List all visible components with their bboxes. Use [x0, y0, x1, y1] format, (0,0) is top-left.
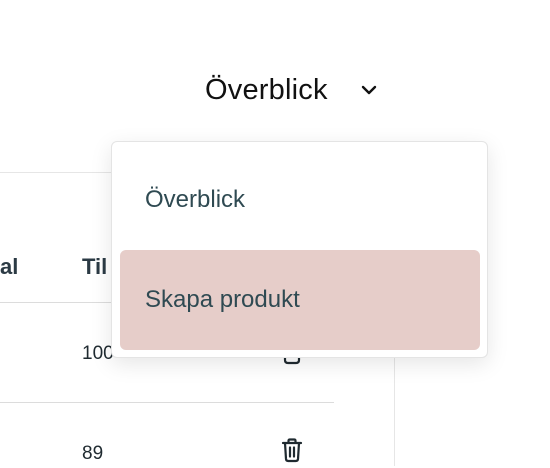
table-cell: 89	[82, 443, 104, 464]
menu-item-overblick[interactable]: Överblick	[120, 150, 480, 250]
chevron-down-icon[interactable]	[358, 79, 380, 101]
view-selector[interactable]: Överblick	[205, 68, 380, 112]
column-header: Til	[82, 254, 108, 279]
column-header: al	[0, 254, 19, 279]
table-cell: 100	[82, 343, 114, 364]
view-dropdown-menu: Överblick Skapa produkt	[111, 141, 488, 358]
menu-item-skapa-produkt[interactable]: Skapa produkt	[120, 250, 480, 350]
trash-icon[interactable]	[279, 437, 305, 463]
menu-item-label: Överblick	[145, 186, 246, 213]
menu-item-label: Skapa produkt	[145, 286, 300, 313]
view-selector-label: Överblick	[205, 73, 328, 106]
divider	[0, 402, 334, 403]
